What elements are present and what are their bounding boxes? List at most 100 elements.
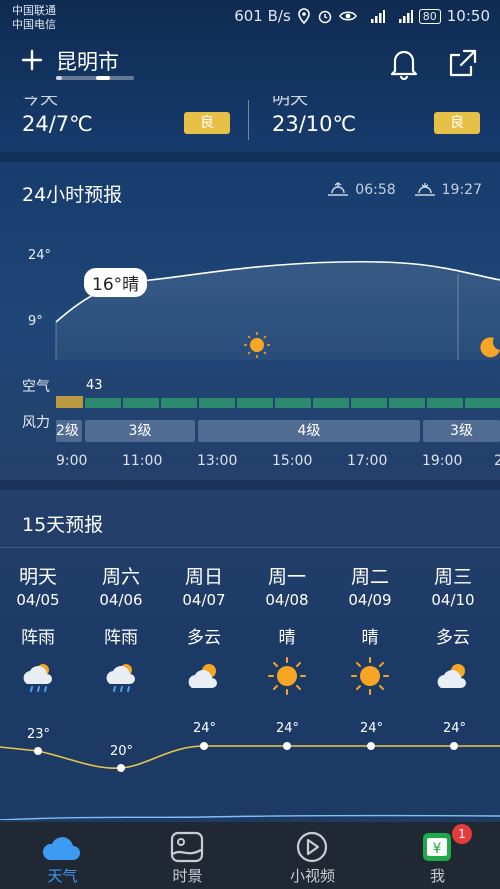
carrier-2: 中国电信 (12, 18, 56, 31)
day-name: 周一 (267, 566, 306, 588)
eye-icon (338, 11, 357, 21)
y-max-label: 24° (28, 248, 52, 263)
air-label: 空气 (22, 379, 50, 395)
day-condition: 晴 (361, 628, 379, 648)
day-column[interactable]: 周二 04/09 晴 (340, 562, 400, 700)
daily-high-curve (0, 742, 500, 820)
header: 昆明市 (0, 40, 500, 90)
high-temp-label: 24° (276, 721, 300, 736)
wind-segment: 3级 (85, 420, 195, 442)
time-label: 15:00 (272, 453, 313, 469)
tomorrow-temp: 23/10℃ (272, 112, 357, 136)
tab-label: 我 (429, 867, 445, 885)
day-condition: 晴 (278, 628, 296, 648)
time-label: 19:00 (422, 453, 463, 469)
tab-me[interactable]: ¥ 我 (375, 822, 500, 889)
tomorrow-air-quality-badge[interactable]: 良 (434, 112, 480, 134)
rain-cloud-icon (23, 664, 52, 692)
day-date: 04/07 (182, 591, 226, 609)
day-date: 04/05 (16, 591, 60, 609)
bottom-tab-bar: 天气 时景 小视频 ¥ 我 (0, 822, 500, 889)
cloud-icon (42, 837, 80, 860)
svg-text:¥: ¥ (433, 841, 442, 857)
plus-icon[interactable] (18, 46, 46, 74)
high-temp-label: 24° (443, 721, 467, 736)
day-column[interactable]: 周日 04/07 多云 (174, 562, 234, 700)
tab-short-video[interactable]: 小视频 (250, 822, 375, 889)
day-name: 周三 (433, 566, 472, 588)
today-temp: 24/7℃ (22, 112, 93, 136)
day-name: 明天 (18, 566, 57, 588)
tab-label: 小视频 (289, 867, 335, 885)
city-name[interactable]: 昆明市 (56, 46, 119, 76)
signal-4g-icon (398, 10, 413, 23)
cloudy-icon (188, 664, 217, 688)
share-icon[interactable] (448, 48, 478, 78)
cloudy-icon (437, 664, 466, 688)
sunset-icon (414, 183, 435, 196)
tab-label: 时景 (172, 867, 203, 885)
status-bar: 中国联通 中国电信 601 B/s 80 10:50 (0, 0, 500, 34)
current-temp-bubble: 16°晴 (84, 268, 148, 297)
signal-3g-icon (370, 10, 385, 23)
section-separator (0, 480, 500, 490)
sunset-time: 19:27 (441, 182, 482, 198)
play-icon (296, 831, 328, 863)
location-icon (297, 8, 310, 24)
time-label: 17:00 (347, 453, 388, 469)
sunrise-time: 06:58 (355, 182, 396, 198)
sun-icon (351, 657, 389, 695)
day-name: 周日 (184, 566, 223, 588)
day-column[interactable]: 周六 04/06 阵雨 (91, 562, 151, 700)
tab-scenes[interactable]: 时景 (125, 822, 250, 889)
wind-segment: 2级 (56, 420, 82, 442)
day-column[interactable]: 周一 04/08 晴 (257, 562, 317, 700)
alarm-icon (318, 10, 332, 24)
battery-indicator: 80 (418, 8, 441, 24)
hourly-forecast-title: 24小时预报 (22, 184, 123, 206)
wind-segment: 3级 (423, 420, 500, 442)
day-name: 周二 (350, 566, 389, 588)
tab-weather[interactable]: 天气 (0, 822, 125, 889)
day-date: 04/10 (431, 591, 475, 609)
hourly-chart[interactable]: 24° 9° 16°晴 空气 43 风力 2级 3级 4级 3级 9:00 11… (0, 222, 500, 472)
day-date: 04/06 (99, 591, 143, 609)
high-temp-label: 24° (193, 721, 217, 736)
page-indicator (56, 76, 134, 80)
section-separator (0, 152, 500, 162)
aqi-bar-row (56, 396, 500, 408)
day-date: 04/08 (265, 591, 309, 609)
day-condition: 多云 (436, 628, 470, 648)
day-column[interactable]: 明天 04/05 阵雨 (8, 562, 68, 700)
sun-times: 06:58 19:27 (327, 182, 482, 198)
wind-label: 风力 (22, 415, 50, 431)
divider (248, 100, 249, 140)
wallet-icon: ¥ (423, 833, 451, 861)
day-condition: 阵雨 (104, 628, 138, 648)
bell-icon[interactable] (388, 46, 420, 80)
notification-badge: 1 (452, 824, 472, 844)
time-label: 2 (494, 453, 500, 469)
daily-forecast-title: 15天预报 (22, 514, 104, 536)
aqi-value: 43 (86, 378, 103, 393)
rain-cloud-icon (106, 664, 135, 692)
network-speed: 601 B/s (234, 7, 291, 25)
tab-label: 天气 (47, 867, 78, 885)
y-min-label: 9° (28, 314, 43, 329)
sunrise-icon (328, 182, 349, 196)
day-condition: 阵雨 (21, 628, 55, 648)
today-summary-row: 今天 明天 24/7℃ 良 23/10℃ 良 (0, 96, 500, 150)
clock: 10:50 (446, 7, 490, 25)
time-label: 13:00 (197, 453, 238, 469)
high-temp-label: 24° (360, 721, 384, 736)
day-name: 周六 (101, 566, 140, 588)
today-air-quality-badge[interactable]: 良 (184, 112, 230, 134)
sun-icon (268, 657, 306, 695)
time-label: 9:00 (56, 453, 88, 469)
photo-icon (170, 831, 204, 863)
day-column[interactable]: 周三 04/10 多云 (423, 562, 483, 700)
day-date: 04/09 (348, 591, 392, 609)
wind-segment: 4级 (198, 420, 420, 442)
high-temp-label: 23° (27, 727, 51, 742)
divider (0, 547, 500, 548)
